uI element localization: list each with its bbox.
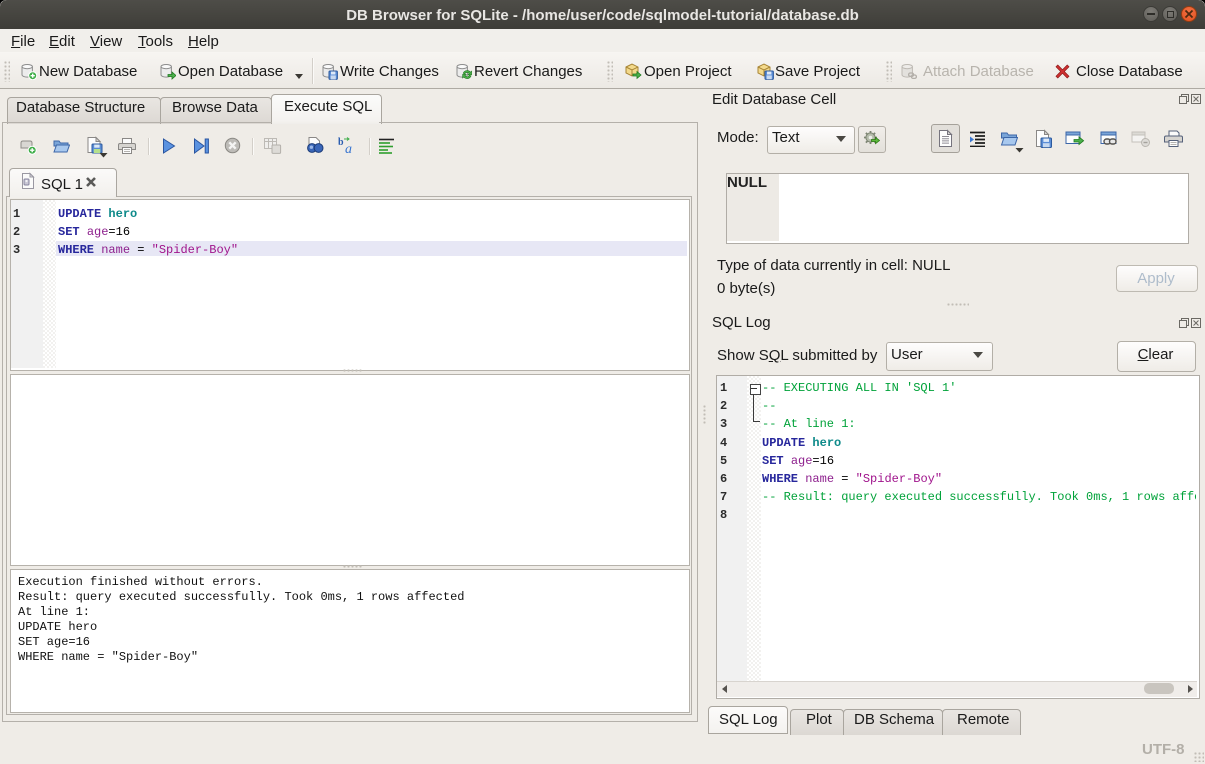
svg-text:b: b: [338, 137, 344, 148]
svg-text:a: a: [345, 142, 352, 156]
